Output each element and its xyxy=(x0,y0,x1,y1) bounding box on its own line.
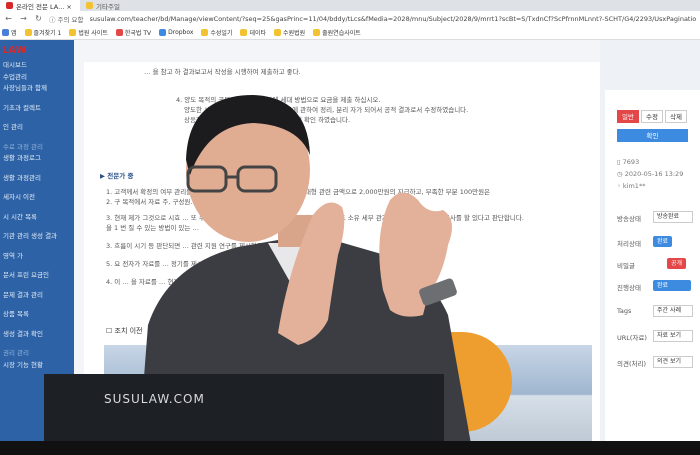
warning-icon: ⓘ xyxy=(49,15,56,24)
sidebar-section-heading: 권리 관리 xyxy=(3,349,29,357)
bookmark-item[interactable]: 데이타 xyxy=(240,28,266,37)
detail-card: 일반 수정 삭제 확인 ▯ 7693 ◷ 2020-05-16 13:29 ◦ … xyxy=(605,90,700,455)
sidebar-item[interactable]: 영역 가 xyxy=(0,251,74,263)
clock-icon: ◷ xyxy=(617,170,625,178)
folder-icon xyxy=(274,29,282,36)
folder-icon xyxy=(69,29,77,36)
tags-field[interactable]: 주간 사례 xyxy=(653,305,693,317)
opinion-view-button[interactable]: 의견 보기 xyxy=(653,356,693,368)
sidebar-item[interactable]: 수업관리 xyxy=(0,72,74,84)
sidebar-section-heading: 수료 과정 관리 xyxy=(3,142,44,151)
sidebar-item[interactable]: 기관 관리 생성 결과 xyxy=(0,231,74,243)
tab-active[interactable]: 온라인 전문 LA... × xyxy=(0,0,80,11)
broadcast-status-select[interactable]: 방송완료 xyxy=(653,211,693,223)
screen-root: 온라인 전문 LA... × 기타주일 ← → ↻ ⓘ 주의 요함 susula… xyxy=(0,0,700,455)
sidebar-item[interactable]: 사장님들과 함께 xyxy=(0,83,74,95)
sidebar-item[interactable]: 생성 결과 확인 xyxy=(0,329,74,341)
sidebar-item[interactable]: 문제 결과 관리 xyxy=(0,290,74,302)
back-arrow-icon[interactable]: ← xyxy=(4,14,13,23)
detail-side-panel: 일반 수정 삭제 확인 ▯ 7693 ◷ 2020-05-16 13:29 ◦ … xyxy=(600,40,700,455)
folder-icon xyxy=(201,29,209,36)
confirm-button[interactable]: 확인 xyxy=(617,129,688,142)
browser-tab-strip: 온라인 전문 LA... × 기타주일 xyxy=(0,0,700,11)
reload-icon[interactable]: ↻ xyxy=(34,14,43,23)
field-label: 비밀글 xyxy=(617,262,635,270)
sidebar-item[interactable]: 세자시 이전 xyxy=(0,192,74,204)
sidebar-item[interactable]: 생활 과정관리 xyxy=(0,173,74,185)
sidebar-item[interactable]: 시 시간 목록 xyxy=(0,212,74,224)
bookmark-apps[interactable]: 앱 xyxy=(2,28,17,37)
sidebar-item[interactable]: 시장 기능 현황 xyxy=(0,360,74,372)
site-favicon-icon xyxy=(86,2,93,9)
dropbox-icon xyxy=(159,29,167,36)
url-view-button[interactable]: 자료 보기 xyxy=(653,330,693,342)
bookmark-item[interactable]: Dropbox xyxy=(159,29,193,36)
bookmark-item[interactable]: 수원법원 xyxy=(274,28,305,37)
bookmark-item[interactable]: 출원연습사이트 xyxy=(313,28,361,37)
taskbar xyxy=(0,441,700,455)
security-label: 주의 요함 xyxy=(57,15,84,24)
folder-icon xyxy=(240,29,248,36)
edit-button[interactable]: 수정 xyxy=(641,110,663,123)
field-label: 의견(처리) xyxy=(617,360,646,368)
type-general-button[interactable]: 일반 xyxy=(617,110,639,123)
sidebar-item[interactable]: 기초과 컬렉트 xyxy=(0,103,74,115)
sidebar-item[interactable]: 문서 프린 요금인 xyxy=(0,270,74,282)
delete-button[interactable]: 삭제 xyxy=(665,110,687,123)
site-favicon-icon xyxy=(6,2,13,9)
bookmark-item[interactable]: 한국법 TV xyxy=(115,28,151,37)
bookmark-item[interactable]: 법원 사이트 xyxy=(69,28,108,37)
sidebar-item[interactable]: 대시보드 xyxy=(0,60,74,72)
sidebar-item[interactable]: 생활 과정로그 xyxy=(0,153,74,165)
tab-label: 기타주일 xyxy=(96,2,120,11)
address-bar: ← → ↻ ⓘ 주의 요함 susulaw.com/teacher/bd/Man… xyxy=(0,11,700,26)
bookmark-item[interactable]: 수성일기 xyxy=(201,28,232,37)
tab-label: 온라인 전문 LA... × xyxy=(16,2,72,11)
process-status-badge[interactable]: 완료 xyxy=(653,236,673,247)
post-number: ▯ 7693 xyxy=(617,158,640,166)
apps-grid-icon xyxy=(2,29,9,36)
folder-icon xyxy=(24,29,32,36)
field-label: URL(자료) xyxy=(617,334,647,342)
progress-status-select[interactable]: 완료 xyxy=(653,280,691,291)
forward-arrow-icon[interactable]: → xyxy=(19,14,28,23)
post-author: ◦ kim1** xyxy=(617,182,646,190)
field-label: 진행상태 xyxy=(617,284,641,292)
laptop-brand-text: SUSULAW.COM xyxy=(104,392,205,406)
field-label: Tags xyxy=(617,307,632,315)
field-label: 처리상태 xyxy=(617,240,641,248)
bookmark-item[interactable]: 즐겨찾기 1 xyxy=(24,28,61,37)
site-logo[interactable]: LAW xyxy=(0,40,74,60)
tab-inactive[interactable]: 기타주일 xyxy=(80,0,150,11)
field-label: 방송상태 xyxy=(617,215,641,223)
folder-icon xyxy=(313,29,321,36)
private-toggle[interactable]: 공개 xyxy=(667,258,687,269)
bookmarks-bar: 앱 즐겨찾기 1 법원 사이트 한국법 TV Dropbox 수성일기 데이타 … xyxy=(0,26,700,40)
sidebar-item[interactable]: 인 관리 xyxy=(0,122,74,134)
post-date: ◷ 2020-05-16 13:29 xyxy=(617,170,684,178)
security-indicator[interactable]: ⓘ 주의 요함 xyxy=(49,14,84,24)
tv-icon xyxy=(115,29,123,36)
sidebar-item[interactable]: 상품 목록 xyxy=(0,309,74,321)
url-field[interactable]: susulaw.com/teacher/bd/Manage/viewConten… xyxy=(90,15,697,23)
